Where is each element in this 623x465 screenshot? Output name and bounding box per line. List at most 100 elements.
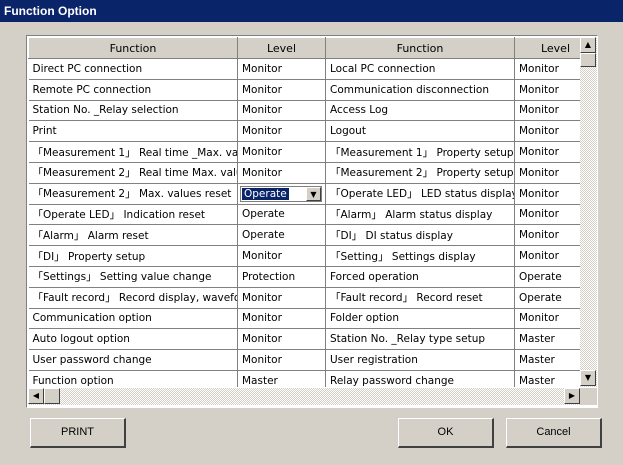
table-row[interactable]: Function option Master Relay password chan… bbox=[28, 370, 580, 387]
table-row[interactable]: Auto logout option Monitor Station No. _Re… bbox=[28, 328, 580, 351]
column-header-level: Level bbox=[514, 37, 580, 59]
function-cell: Folder option bbox=[325, 308, 515, 330]
level-cell[interactable]: Monitor bbox=[237, 100, 326, 122]
function-level-grid: Function Level Function Level Direct PC con… bbox=[26, 35, 598, 408]
level-cell[interactable]: Monitor bbox=[237, 162, 326, 184]
level-cell[interactable]: Monitor bbox=[237, 245, 326, 267]
arrow-up-icon[interactable]: ▲ bbox=[580, 37, 596, 53]
function-cell: 「Alarm」 Alarm reset bbox=[28, 224, 238, 247]
function-cell: 「DI」 Property setup bbox=[28, 245, 238, 267]
level-cell[interactable]: Operate ▼ bbox=[237, 183, 326, 205]
column-header-function: Function bbox=[28, 37, 238, 59]
level-cell[interactable]: Monitor bbox=[514, 120, 580, 143]
level-cell[interactable]: Monitor bbox=[237, 328, 326, 351]
function-cell: 「Measurement 1」 Property setup bbox=[325, 141, 515, 163]
function-cell: Direct PC connection bbox=[28, 58, 238, 80]
function-cell: Logout bbox=[325, 120, 515, 143]
function-cell: Print bbox=[28, 120, 238, 143]
function-cell: 「Operate LED」 Indication reset bbox=[28, 204, 238, 226]
function-cell: Access Log bbox=[325, 100, 515, 122]
grid-viewport: Function Level Function Level Direct PC con… bbox=[28, 37, 580, 387]
level-cell[interactable]: Monitor bbox=[514, 141, 580, 163]
level-cell[interactable]: Monitor bbox=[514, 162, 580, 184]
vertical-scroll-thumb[interactable] bbox=[580, 53, 596, 67]
arrow-left-icon[interactable]: ◀ bbox=[28, 388, 44, 404]
level-cell[interactable]: Operate bbox=[514, 266, 580, 288]
table-row[interactable]: 「Fault record」 Record display, waveform M… bbox=[28, 287, 580, 309]
horizontal-scrollbar[interactable]: ◀ ▶ bbox=[28, 388, 580, 405]
function-cell: Remote PC connection bbox=[28, 79, 238, 101]
table-row[interactable]: Direct PC connection Monitor Local PC conn… bbox=[28, 58, 580, 80]
function-cell: Local PC connection bbox=[325, 58, 515, 80]
table-row[interactable]: 「Measurement 2」 Max. values reset Operate… bbox=[28, 183, 580, 205]
level-cell[interactable]: Master bbox=[514, 370, 580, 387]
table-row[interactable]: Communication option Monitor Folder option… bbox=[28, 308, 580, 330]
level-cell[interactable]: Monitor bbox=[514, 224, 580, 247]
table-row[interactable]: 「Measurement 2」 Real time Max. value Moni… bbox=[28, 162, 580, 184]
level-cell[interactable]: Master bbox=[514, 328, 580, 351]
level-dropdown[interactable]: Operate ▼ bbox=[240, 185, 322, 202]
function-cell: Station No. _Relay type setup bbox=[325, 328, 515, 351]
level-cell[interactable]: Monitor bbox=[514, 204, 580, 226]
level-cell[interactable]: Monitor bbox=[514, 183, 580, 205]
level-cell[interactable]: Monitor bbox=[514, 58, 580, 80]
arrow-down-icon[interactable]: ▼ bbox=[580, 370, 596, 386]
level-cell[interactable]: Monitor bbox=[237, 79, 326, 101]
cancel-button[interactable]: Cancel bbox=[506, 418, 602, 448]
level-cell[interactable]: Operate bbox=[514, 287, 580, 309]
arrow-right-icon[interactable]: ▶ bbox=[564, 388, 580, 404]
level-cell[interactable]: Monitor bbox=[237, 58, 326, 80]
table-row[interactable]: 「DI」 Property setup Monitor 「Setting」 Sett… bbox=[28, 245, 580, 267]
function-cell: 「Settings」 Setting value change bbox=[28, 266, 238, 288]
column-header-level: Level bbox=[237, 37, 326, 59]
level-cell[interactable]: Operate bbox=[237, 224, 326, 247]
table-body: Direct PC connection Monitor Local PC conn… bbox=[28, 58, 580, 387]
vertical-scrollbar[interactable]: ▲ ▼ bbox=[580, 37, 597, 387]
function-cell: Function option bbox=[28, 370, 238, 387]
function-cell: 「Operate LED」 LED status display bbox=[325, 183, 515, 205]
print-button[interactable]: PRINT bbox=[30, 418, 126, 448]
function-cell: Communication option bbox=[28, 308, 238, 330]
level-cell[interactable]: Monitor bbox=[514, 100, 580, 122]
window-title: Function Option bbox=[0, 0, 623, 22]
table-row[interactable]: 「Measurement 1」 Real time _Max. value Mon… bbox=[28, 141, 580, 163]
table-row[interactable]: 「Settings」 Setting value change Protectio… bbox=[28, 266, 580, 288]
level-cell[interactable]: Monitor bbox=[237, 287, 326, 309]
level-cell[interactable]: Monitor bbox=[514, 245, 580, 267]
column-header-function: Function bbox=[325, 37, 515, 59]
function-cell: 「Measurement 2」 Max. values reset bbox=[28, 183, 238, 205]
function-cell: 「Measurement 2」 Real time Max. value bbox=[28, 162, 238, 184]
level-cell[interactable]: Master bbox=[237, 370, 326, 387]
function-cell: 「DI」 DI status display bbox=[325, 224, 515, 247]
table-row[interactable]: Remote PC connection Monitor Communication… bbox=[28, 79, 580, 101]
table-row[interactable]: Print Monitor Logout Monitor bbox=[28, 120, 580, 143]
table-row[interactable]: 「Operate LED」 Indication reset Operate 「Al… bbox=[28, 204, 580, 226]
table-row[interactable]: 「Alarm」 Alarm reset Operate 「DI」 DI status… bbox=[28, 224, 580, 247]
level-cell[interactable]: Monitor bbox=[237, 141, 326, 163]
level-cell[interactable]: Monitor bbox=[237, 349, 326, 371]
level-cell[interactable]: Monitor bbox=[514, 308, 580, 330]
function-cell: 「Measurement 1」 Real time _Max. value bbox=[28, 141, 238, 163]
table-row[interactable]: User password change Monitor User registra… bbox=[28, 349, 580, 371]
function-cell: Forced operation bbox=[325, 266, 515, 288]
header-row: Function Level Function Level bbox=[28, 37, 580, 59]
level-cell[interactable]: Monitor bbox=[237, 308, 326, 330]
function-cell: Relay password change bbox=[325, 370, 515, 387]
level-cell[interactable]: Master bbox=[514, 349, 580, 371]
level-cell[interactable]: Protection bbox=[237, 266, 326, 288]
table-row[interactable]: Station No. _Relay selection Monitor Acces… bbox=[28, 100, 580, 122]
chevron-down-icon[interactable]: ▼ bbox=[306, 186, 321, 201]
function-cell: User registration bbox=[325, 349, 515, 371]
function-table: Function Level Function Level Direct PC con… bbox=[28, 37, 580, 387]
level-cell[interactable]: Monitor bbox=[514, 79, 580, 101]
function-cell: 「Alarm」 Alarm status display bbox=[325, 204, 515, 226]
horizontal-scroll-thumb[interactable] bbox=[44, 388, 60, 404]
function-cell: Station No. _Relay selection bbox=[28, 100, 238, 122]
function-cell: 「Fault record」 Record display, waveform bbox=[28, 287, 238, 309]
ok-button[interactable]: OK bbox=[398, 418, 494, 448]
function-cell: 「Measurement 2」 Property setup bbox=[325, 162, 515, 184]
function-cell: Auto logout option bbox=[28, 328, 238, 351]
level-cell[interactable]: Operate bbox=[237, 204, 326, 226]
scroll-corner bbox=[580, 388, 597, 405]
level-cell[interactable]: Monitor bbox=[237, 120, 326, 143]
